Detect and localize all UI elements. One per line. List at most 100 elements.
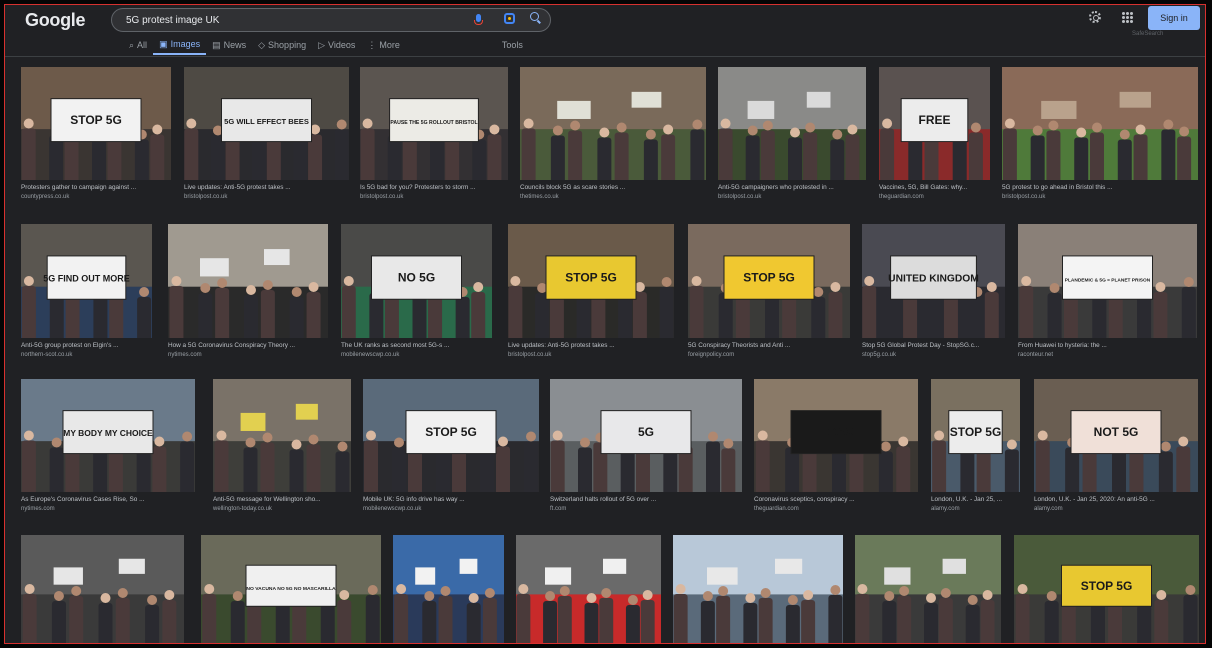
camera-lens-icon[interactable] (504, 13, 515, 24)
tab-all[interactable]: ⌕ All (123, 35, 153, 55)
placard-text: STOP 5G (743, 271, 795, 285)
google-logo[interactable]: Google (25, 10, 86, 31)
result-caption[interactable]: London, U.K. - Jan 25, ... (931, 496, 1020, 504)
result-thumbnail[interactable]: FREE (879, 67, 990, 180)
result-caption[interactable]: Coronavirus sceptics, conspiracy ... (754, 496, 918, 504)
placard-text: STOP 5G (565, 271, 617, 285)
result-thumbnail[interactable]: STOP 5G (931, 379, 1020, 492)
result-caption[interactable]: London, U.K. - Jan 25, 2020: An anti-5G … (1034, 496, 1198, 504)
image-result[interactable]: 5G Switzerland halts rollout of 5G over .… (550, 379, 742, 513)
image-result[interactable]: NO VACUNA NO 5G NO MASCARILLA (201, 535, 381, 643)
image-result[interactable]: NO 5G The UK ranks as second most 5G-s ..… (341, 224, 492, 359)
result-thumbnail[interactable] (516, 535, 661, 643)
placard-text: PLANDEMIC & 5G = PLANET PRISON (1065, 278, 1151, 284)
result-caption[interactable]: Anti-5G message for Wellington sho... (213, 496, 351, 504)
result-thumbnail[interactable]: STOP 5G (1014, 535, 1199, 643)
microphone-icon[interactable] (474, 14, 483, 25)
sign-in-button[interactable]: Sign in (1148, 6, 1200, 30)
result-caption[interactable]: Mobile UK: 5G info drive has way ... (363, 496, 539, 504)
image-result[interactable]: Anti-5G campaigners who protested in ...… (718, 67, 866, 201)
result-thumbnail[interactable]: PLANDEMIC & 5G = PLANET PRISON (1018, 224, 1197, 338)
search-input[interactable] (126, 12, 456, 28)
result-thumbnail[interactable]: STOP 5G (363, 379, 539, 492)
image-result[interactable] (855, 535, 1001, 643)
more-icon: ⋮ (367, 39, 377, 50)
tab-videos[interactable]: ▷ Videos (312, 35, 361, 55)
result-caption[interactable]: Protesters gather to campaign against ..… (21, 184, 171, 192)
result-thumbnail[interactable]: 5G WILL EFFECT BEES (184, 67, 349, 180)
image-result[interactable] (516, 535, 661, 643)
result-caption[interactable]: From Huawei to hysteria: the ... (1018, 342, 1197, 350)
image-result[interactable]: MY BODY MY CHOICE As Europe's Coronavirus… (21, 379, 195, 513)
result-thumbnail[interactable]: 5G FIND OUT MORE (21, 224, 152, 338)
image-result[interactable]: How a 5G Coronavirus Conspiracy Theory .… (168, 224, 328, 359)
result-caption[interactable]: Anti-5G campaigners who protested in ... (718, 184, 866, 192)
result-thumbnail[interactable]: NO VACUNA NO 5G NO MASCARILLA (201, 535, 381, 643)
result-thumbnail[interactable]: MY BODY MY CHOICE (21, 379, 195, 492)
image-result[interactable]: HOAX Coronavirus sceptics, conspiracy ...… (754, 379, 918, 513)
result-thumbnail[interactable]: NOT 5G (1034, 379, 1198, 492)
image-result[interactable]: NOT 5G London, U.K. - Jan 25, 2020: An an… (1034, 379, 1198, 513)
result-thumbnail[interactable] (520, 67, 706, 180)
image-result[interactable]: STOP 5G London, U.K. - Jan 25, ... alamy.c… (931, 379, 1020, 513)
result-caption[interactable]: Live updates: Anti-5G protest takes ... (184, 184, 349, 192)
result-thumbnail[interactable] (213, 379, 351, 492)
result-thumbnail[interactable] (1002, 67, 1198, 180)
result-thumbnail[interactable]: STOP 5G (688, 224, 850, 338)
image-result[interactable]: 5G FIND OUT MORE Anti-5G group protest on… (21, 224, 152, 359)
image-result[interactable]: PAUSE THE 5G ROLLOUT BRISTOL Is 5G bad fo… (360, 67, 508, 201)
result-caption[interactable]: Live updates: Anti-5G protest takes ... (508, 342, 674, 350)
image-result[interactable] (673, 535, 843, 643)
result-caption[interactable]: Anti-5G group protest on Elgin's ... (21, 342, 152, 350)
result-thumbnail[interactable] (168, 224, 328, 338)
result-caption[interactable]: 5G Conspiracy Theorists and Anti ... (688, 342, 850, 350)
result-thumbnail[interactable] (393, 535, 504, 643)
apps-grid-icon[interactable] (1122, 12, 1133, 23)
image-result[interactable]: PLANDEMIC & 5G = PLANET PRISON From Huawe… (1018, 224, 1197, 359)
image-result[interactable]: STOP 5G 5G Conspiracy Theorists and Anti … (688, 224, 850, 359)
result-thumbnail[interactable]: HOAX (754, 379, 918, 492)
result-caption[interactable]: How a 5G Coronavirus Conspiracy Theory .… (168, 342, 328, 350)
result-thumbnail[interactable]: 5G (550, 379, 742, 492)
result-thumbnail[interactable] (718, 67, 866, 180)
result-caption[interactable]: As Europe's Coronavirus Cases Rise, So .… (21, 496, 195, 504)
result-caption[interactable]: Stop 5G Global Protest Day - StopSG.c... (862, 342, 1005, 350)
tab-images[interactable]: ▣ Images (153, 35, 207, 55)
image-result[interactable]: STOP 5G Live updates: Anti-5G protest tak… (508, 224, 674, 359)
result-thumbnail[interactable]: PAUSE THE 5G ROLLOUT BRISTOL (360, 67, 508, 180)
tab-more[interactable]: ⋮ More (361, 35, 406, 55)
settings-gear-icon[interactable] (1089, 11, 1101, 23)
search-box[interactable] (111, 8, 551, 32)
tab-tools[interactable]: Tools (496, 35, 529, 55)
image-result[interactable]: STOP 5G (1014, 535, 1199, 643)
image-result[interactable]: FREE Vaccines, 5G, Bill Gates: why... theg… (879, 67, 990, 201)
protest-photo: STOP 5G (688, 224, 850, 338)
image-result[interactable]: STOP 5G Protesters gather to campaign aga… (21, 67, 171, 201)
tab-label: Tools (501, 40, 523, 50)
image-result[interactable]: Anti-5G message for Wellington sho... wel… (213, 379, 351, 513)
result-caption[interactable]: Vaccines, 5G, Bill Gates: why... (879, 184, 990, 192)
safesearch-label[interactable]: SafeSearch (1132, 31, 1163, 37)
result-caption[interactable]: Is 5G bad for you? Protesters to storm .… (360, 184, 508, 192)
result-caption[interactable]: Switzerland halts rollout of 5G over ... (550, 496, 742, 504)
result-thumbnail[interactable] (855, 535, 1001, 643)
result-thumbnail[interactable]: NO 5G (341, 224, 492, 338)
image-result[interactable] (393, 535, 504, 643)
result-caption[interactable]: The UK ranks as second most 5G-s ... (341, 342, 492, 350)
search-icon[interactable] (530, 12, 540, 22)
image-result[interactable]: STOP 5G Mobile UK: 5G info drive has way … (363, 379, 539, 513)
result-caption[interactable]: Councils block 5G as scare stories ... (520, 184, 706, 192)
result-thumbnail[interactable] (21, 535, 184, 643)
image-result[interactable]: 5G WILL EFFECT BEES Live updates: Anti-5G… (184, 67, 349, 201)
image-result[interactable] (21, 535, 184, 643)
result-thumbnail[interactable]: STOP 5G (508, 224, 674, 338)
tab-news[interactable]: ▤ News (206, 35, 252, 55)
image-result[interactable]: 5G protest to go ahead in Bristol this .… (1002, 67, 1198, 201)
result-caption[interactable]: 5G protest to go ahead in Bristol this .… (1002, 184, 1198, 192)
result-thumbnail[interactable] (673, 535, 843, 643)
image-result[interactable]: UNITED KINGDOM Stop 5G Global Protest Day… (862, 224, 1005, 359)
result-thumbnail[interactable]: STOP 5G (21, 67, 171, 180)
result-thumbnail[interactable]: UNITED KINGDOM (862, 224, 1005, 338)
image-result[interactable]: Councils block 5G as scare stories ... th… (520, 67, 706, 201)
tab-shopping[interactable]: ◇ Shopping (252, 35, 312, 55)
